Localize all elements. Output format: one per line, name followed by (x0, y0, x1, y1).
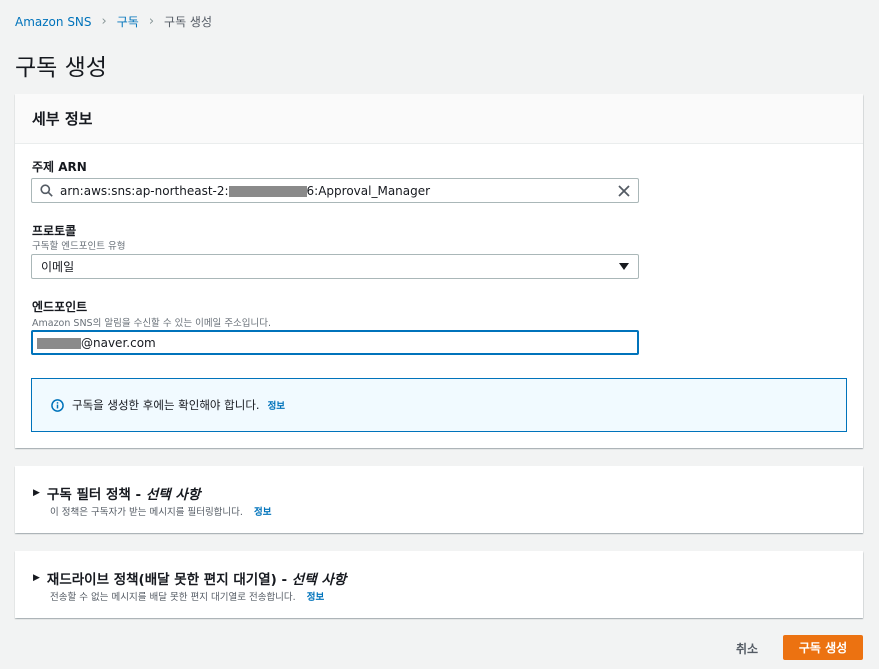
filter-policy-info-link[interactable]: 정보 (254, 507, 271, 518)
search-icon (32, 184, 60, 197)
protocol-selected: 이메일 (41, 260, 75, 274)
filter-policy-description: 이 정책은 구독자가 받는 메시지를 필터링합니다. (50, 507, 243, 518)
endpoint-description: Amazon SNS의 알림을 수신할 수 있는 이메일 주소입니다. (32, 318, 272, 329)
chevron-right-icon: › (101, 14, 107, 29)
details-panel: 세부 정보 주제 ARN arn:aws:sns:ap-northeast-2:… (15, 94, 863, 448)
info-link[interactable]: 정보 (268, 398, 285, 412)
filter-policy-panel: ▶ 구독 필터 정책 - 선택 사항 이 정책은 구독자가 받는 메시지를 필터… (15, 466, 863, 533)
topic-arn-suffix: 6:Approval_Manager (306, 183, 431, 198)
redrive-policy-panel: ▶ 재드라이브 정책(배달 못한 편지 대기열) - 선택 사항 전송할 수 없… (15, 551, 863, 618)
page-title: 구독 생성 (15, 55, 107, 81)
topic-arn-value: arn:aws:sns:ap-northeast-2: 6:Approval_Ma… (60, 184, 610, 198)
caret-down-icon (610, 262, 638, 271)
protocol-description: 구독할 엔드포인트 유형 (32, 241, 126, 252)
redrive-policy-desc-row: 전송할 수 없는 메시지를 배달 못한 편지 대기열로 전송합니다. 정보 (50, 589, 324, 603)
filter-policy-desc-row: 이 정책은 구독자가 받는 메시지를 필터링합니다. 정보 (50, 504, 271, 518)
topic-arn-prefix: arn:aws:sns:ap-northeast-2: (60, 183, 229, 198)
redrive-policy-title: 재드라이브 정책(배달 못한 편지 대기열) - (46, 572, 288, 588)
redrive-policy-info-link[interactable]: 정보 (307, 592, 324, 603)
cancel-button[interactable]: 취소 (727, 636, 767, 660)
topic-arn-input[interactable]: arn:aws:sns:ap-northeast-2: 6:Approval_Ma… (31, 178, 639, 203)
breadcrumb-sns[interactable]: Amazon SNS (15, 15, 92, 29)
create-subscription-button[interactable]: 구독 생성 (783, 635, 863, 660)
endpoint-input[interactable]: @naver.com (31, 330, 639, 355)
info-alert: 구독을 생성한 후에는 확인해야 합니다. 정보 (31, 378, 847, 432)
endpoint-label: 엔드포인트 (32, 300, 88, 314)
expand-triangle-icon: ▶ (33, 488, 40, 498)
filter-policy-toggle[interactable]: ▶ 구독 필터 정책 - 선택 사항 (33, 483, 200, 503)
redrive-policy-optional: 선택 사항 (291, 572, 347, 588)
endpoint-value: @naver.com (33, 336, 637, 350)
redrive-policy-toggle[interactable]: ▶ 재드라이브 정책(배달 못한 편지 대기열) - 선택 사항 (33, 568, 346, 588)
topic-arn-label: 주제 ARN (32, 160, 87, 174)
redrive-policy-description: 전송할 수 없는 메시지를 배달 못한 편지 대기열로 전송합니다. (50, 592, 296, 603)
info-text: 구독을 생성한 후에는 확인해야 합니다. (72, 398, 260, 412)
filter-policy-title: 구독 필터 정책 - (46, 487, 142, 503)
protocol-select[interactable]: 이메일 (31, 254, 639, 279)
filter-policy-optional: 선택 사항 (145, 487, 201, 503)
info-icon (51, 398, 64, 412)
redacted-email-user (37, 337, 81, 349)
chevron-right-icon: › (148, 14, 155, 29)
expand-triangle-icon: ▶ (33, 573, 40, 583)
protocol-label: 프로토콜 (32, 224, 77, 238)
details-header: 세부 정보 (15, 94, 863, 144)
redacted-account-id (228, 185, 307, 197)
breadcrumb-subscriptions[interactable]: 구독 (117, 13, 139, 30)
endpoint-suffix: @naver.com (81, 335, 156, 350)
clear-icon[interactable] (610, 184, 638, 197)
breadcrumb: Amazon SNS › 구독 › 구독 생성 (15, 13, 212, 30)
breadcrumb-current: 구독 생성 (164, 15, 213, 29)
